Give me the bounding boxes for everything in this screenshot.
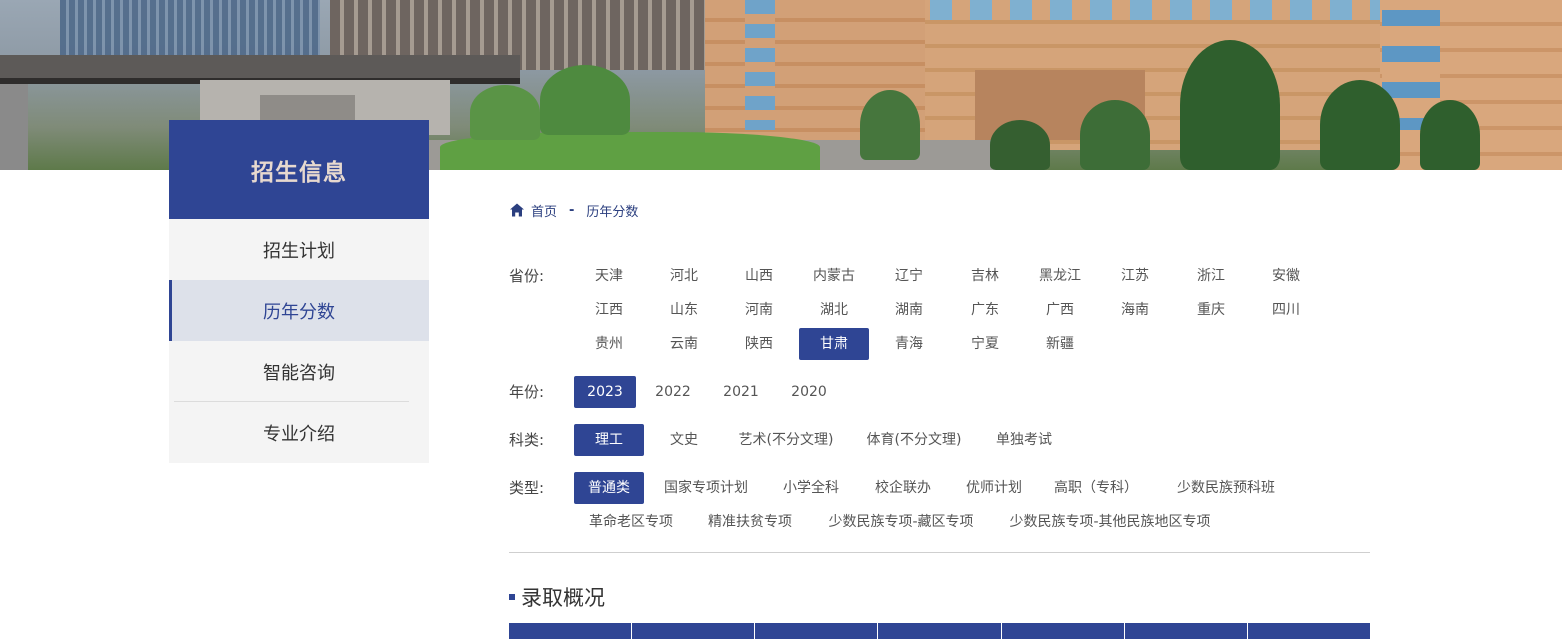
breadcrumb-separator: - [569,202,575,218]
type-option[interactable]: 高职（专科） [1047,472,1145,504]
province-option[interactable]: 广西 [1025,294,1095,326]
category-option-selected[interactable]: 理工 [574,424,644,456]
province-option[interactable]: 四川 [1251,294,1321,326]
category-option[interactable]: 单独考试 [984,424,1064,456]
province-option[interactable]: 黑龙江 [1025,260,1095,292]
home-icon[interactable] [509,202,525,218]
province-option[interactable]: 新疆 [1025,328,1095,360]
province-option[interactable]: 天津 [574,260,644,292]
table-header-cell [632,623,756,639]
table-header-cell [1247,623,1370,639]
table-header-cell [1001,623,1125,639]
province-option[interactable]: 海南 [1100,294,1170,326]
province-option[interactable]: 陕西 [724,328,794,360]
province-option[interactable]: 江苏 [1100,260,1170,292]
type-option[interactable]: 优师计划 [955,472,1033,504]
category-option[interactable]: 体育(不分文理) [856,424,972,456]
province-filter-label: 省份: [509,267,545,285]
type-option[interactable]: 少数民族专项-藏区专项 [816,506,986,538]
province-option[interactable]: 贵州 [574,328,644,360]
type-option[interactable]: 国家专项计划 [654,472,758,504]
category-option[interactable]: 文史 [652,424,716,456]
province-option[interactable]: 重庆 [1176,294,1246,326]
type-option[interactable]: 少数民族预科班 [1166,472,1286,504]
sidebar-item-label: 历年分数 [263,301,335,323]
table-header-cell [878,623,1002,639]
province-option[interactable]: 山西 [724,260,794,292]
table-header-cell [755,623,879,639]
sidebar-item-admission-plan[interactable]: 招生计划 [169,219,429,280]
province-option[interactable]: 宁夏 [950,328,1020,360]
type-option[interactable]: 精准扶贫专项 [697,506,803,538]
sidebar-item-label: 专业介绍 [263,423,335,445]
type-option[interactable]: 校企联办 [864,472,942,504]
province-option[interactable]: 吉林 [950,260,1020,292]
sidebar: 招生信息 招生计划 历年分数 智能咨询 专业介绍 [169,120,429,463]
type-option[interactable]: 小学全科 [772,472,850,504]
type-option[interactable]: 革命老区专项 [578,506,684,538]
year-option-selected[interactable]: 2023 [574,376,636,408]
breadcrumb-current: 历年分数 [586,204,639,220]
section-title: 录取概况 [509,582,605,612]
category-filter-label: 科类: [509,431,545,449]
sidebar-item-past-scores[interactable]: 历年分数 [169,280,429,341]
divider [509,552,1370,553]
province-option[interactable]: 云南 [649,328,719,360]
sidebar-item-label: 招生计划 [263,240,335,262]
table-header-cell [1124,623,1248,639]
province-option[interactable]: 江西 [574,294,644,326]
province-option[interactable]: 湖北 [799,294,869,326]
province-option[interactable]: 山东 [649,294,719,326]
table-header-cell [509,623,633,639]
breadcrumb: 首页 - 历年分数 [509,200,638,220]
sidebar-item-smart-consult[interactable]: 智能咨询 [169,341,429,402]
results-table-header [509,623,1370,639]
breadcrumb-home-link[interactable]: 首页 [531,201,557,220]
year-option[interactable]: 2020 [779,376,839,408]
section-title-text: 录取概况 [521,586,605,610]
year-filter-label: 年份: [509,383,545,401]
sidebar-item-major-intro[interactable]: 专业介绍 [169,402,429,463]
year-option[interactable]: 2022 [643,376,703,408]
type-option-selected[interactable]: 普通类 [574,472,644,504]
province-option[interactable]: 河南 [724,294,794,326]
type-option[interactable]: 少数民族专项-其他民族地区专项 [998,506,1222,538]
province-option[interactable]: 河北 [649,260,719,292]
province-option[interactable]: 浙江 [1176,260,1246,292]
province-option[interactable]: 辽宁 [874,260,944,292]
province-option-selected[interactable]: 甘肃 [799,328,869,360]
province-option[interactable]: 内蒙古 [799,260,869,292]
province-option[interactable]: 广东 [950,294,1020,326]
sidebar-item-label: 智能咨询 [263,362,335,384]
year-option[interactable]: 2021 [711,376,771,408]
category-option[interactable]: 艺术(不分文理) [728,424,844,456]
province-option[interactable]: 青海 [874,328,944,360]
province-option[interactable]: 安徽 [1251,260,1321,292]
province-option[interactable]: 湖南 [874,294,944,326]
sidebar-title: 招生信息 [169,120,429,219]
bullet-icon [509,594,515,600]
type-filter-label: 类型: [509,479,545,497]
